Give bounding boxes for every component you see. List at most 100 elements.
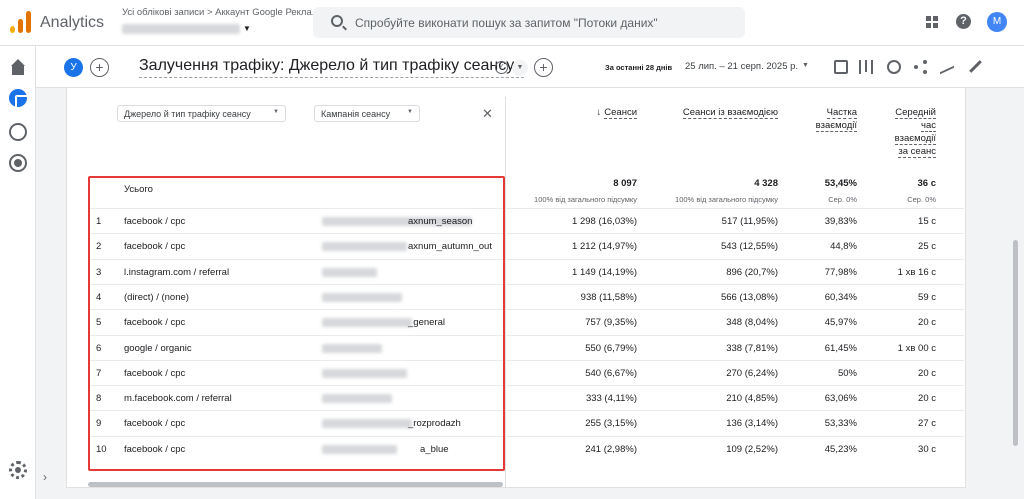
annotation-icon[interactable] [834,60,848,74]
row-source-medium[interactable]: facebook / cpc [124,444,185,455]
row-source-medium[interactable]: facebook / cpc [124,368,185,379]
row-engaged: 543 (12,55%) [720,241,778,253]
total-sessions-sub: 100% від загального підсумку [534,195,637,204]
account-picker[interactable]: Усі облікові записи > Аккаунт Google Рек… [122,7,320,37]
table-row[interactable]: 2 facebook / cpc axnum_autumn_out 1 212 (14… [88,233,964,258]
row-source-medium[interactable]: l.instagram.com / referral [124,267,229,278]
row-time: 59 с [918,291,936,303]
row-time: 15 с [918,216,936,227]
date-range-value[interactable]: 25 лип. – 21 серп. 2025 р. [685,61,798,72]
table-row[interactable]: 6 google / organic 550 (6,79%) 338 (7,81%) 6… [88,334,964,360]
secondary-dimension-select[interactable]: Кампанія сеансу ▼ [314,105,420,122]
check-circle-icon[interactable]: ✓ [495,61,508,74]
row-campaign-blurred [322,368,407,378]
row-sessions: 1 149 (14,19%) [572,266,637,278]
row-rate: 45,23% [824,443,857,455]
row-source-medium[interactable]: facebook / cpc [124,317,185,328]
report-header: У + Залучення трафіку: Джерело й тип тра… [36,46,1024,88]
advertising-icon[interactable] [9,154,27,172]
row-index: 3 [96,266,102,278]
page-title: Залучення трафіку: Джерело й тип трафіку… [139,57,515,74]
table-row[interactable]: 10 facebook / cpc a_blue 241 (2,98%) 109 (2,… [88,435,964,461]
horizontal-scrollbar[interactable] [88,482,503,487]
table-row[interactable]: 4 (direct) / (none) 938 (11,58%) 566 (13,08… [88,283,964,309]
row-source-medium[interactable]: google / organic [124,343,192,354]
row-time: 30 с [918,443,936,455]
row-rate: 60,34% [824,291,857,303]
row-time: 20 с [918,367,936,379]
account-name-blurred [122,24,240,34]
close-icon[interactable]: ✕ [482,106,493,122]
primary-dimension-select[interactable]: Джерело й тип трафіку сеансу ▼ [117,105,286,122]
row-campaign-blurred [322,419,412,429]
trend-icon[interactable] [940,59,954,75]
row-campaign: _rozprodazh [408,418,461,430]
total-rate-sub: Сер. 0% [828,195,857,204]
total-time: 36 с [917,178,937,189]
row-sessions: 241 (2,98%) [585,443,637,455]
reports-icon[interactable] [9,89,31,111]
compare-icon[interactable] [859,60,873,74]
table-row[interactable]: 5 facebook / cpc _general 757 (9,35%) 348 (8… [88,309,964,334]
row-index: 1 [96,216,102,227]
row-index: 6 [96,342,102,354]
row-source-medium[interactable]: (direct) / (none) [124,292,189,303]
total-rate: 53,45% [824,178,857,189]
row-rate: 61,45% [824,342,857,354]
explore-icon[interactable] [9,123,27,141]
search-input[interactable]: Спробуйте виконати пошук за запитом "Пот… [313,7,745,38]
row-index: 10 [96,443,107,455]
row-index: 8 [96,393,102,405]
arrow-down-icon: ↓ [596,107,602,118]
segment-badge[interactable]: У [64,58,83,77]
help-icon[interactable]: ? [956,14,971,29]
header-avg-engagement-time[interactable]: Середній час взаємодії за сеанс [888,106,936,158]
row-source-medium[interactable]: m.facebook.com / referral [124,393,232,404]
avatar[interactable]: M [987,12,1007,32]
home-icon[interactable] [9,59,27,77]
total-engaged: 4 328 [754,178,778,189]
row-index: 5 [96,317,102,329]
row-campaign-blurred [322,444,397,454]
add-comparison-button[interactable]: + [90,58,109,77]
edit-pencil-icon[interactable] [968,60,982,74]
row-sessions: 938 (11,58%) [580,291,637,303]
row-sessions: 1 298 (16,03%) [572,216,637,227]
gear-icon[interactable] [9,461,27,479]
row-source-medium[interactable]: facebook / cpc [124,241,185,252]
row-index: 7 [96,367,102,379]
date-range-label[interactable]: За останні 28 днів [605,63,672,72]
vertical-scrollbar[interactable] [1013,240,1018,446]
chevron-down-icon: ▼ [243,24,251,33]
chevron-right-icon[interactable]: › [36,468,54,486]
header-sessions[interactable]: ↓ Сеанси [560,106,637,119]
row-index: 9 [96,418,102,430]
secondary-dimension-label: Кампанія сеансу [321,109,391,119]
chevron-down-icon: ▼ [273,109,279,115]
row-source-medium[interactable]: facebook / cpc [124,216,185,227]
chevron-down-icon[interactable]: ▼ [512,60,528,76]
row-sessions: 550 (6,79%) [585,342,637,354]
share-icon[interactable] [914,60,928,74]
analytics-logo-icon[interactable] [10,11,32,33]
row-rate: 44,8% [830,241,857,253]
insights-icon[interactable] [887,60,901,74]
table-row[interactable]: 9 facebook / cpc _rozprodazh 255 (3,15%) 136… [88,410,964,435]
apps-grid-icon[interactable] [926,16,938,28]
app-title: Analytics [40,14,105,31]
add-report-button[interactable]: + [534,58,553,77]
row-source-medium[interactable]: facebook / cpc [124,418,185,429]
total-sessions: 8 097 [613,178,637,189]
table-row[interactable]: 8 m.facebook.com / referral 333 (4,11%) 210… [88,385,964,410]
row-time: 1 хв 16 с [897,266,936,278]
row-rate: 45,97% [824,317,857,329]
chevron-down-icon[interactable]: ▼ [802,62,809,69]
table-row[interactable]: 1 facebook / cpc axnum_season 1 298 (16,03%… [88,208,964,233]
row-campaign: a_blue [420,443,449,455]
table-row[interactable]: 3 l.instagram.com / referral 1 149 (14,19%… [88,258,964,284]
table-row[interactable]: 7 facebook / cpc 540 (6,67%) 270 (6,24%) 50%… [88,359,964,385]
header-engaged-sessions[interactable]: Сеанси із взаємодією [660,106,778,119]
header-engagement-rate[interactable]: Частка взаємодії [800,106,857,132]
row-campaign-blurred [322,394,392,404]
row-campaign: axnum_autumn_out [408,241,492,253]
